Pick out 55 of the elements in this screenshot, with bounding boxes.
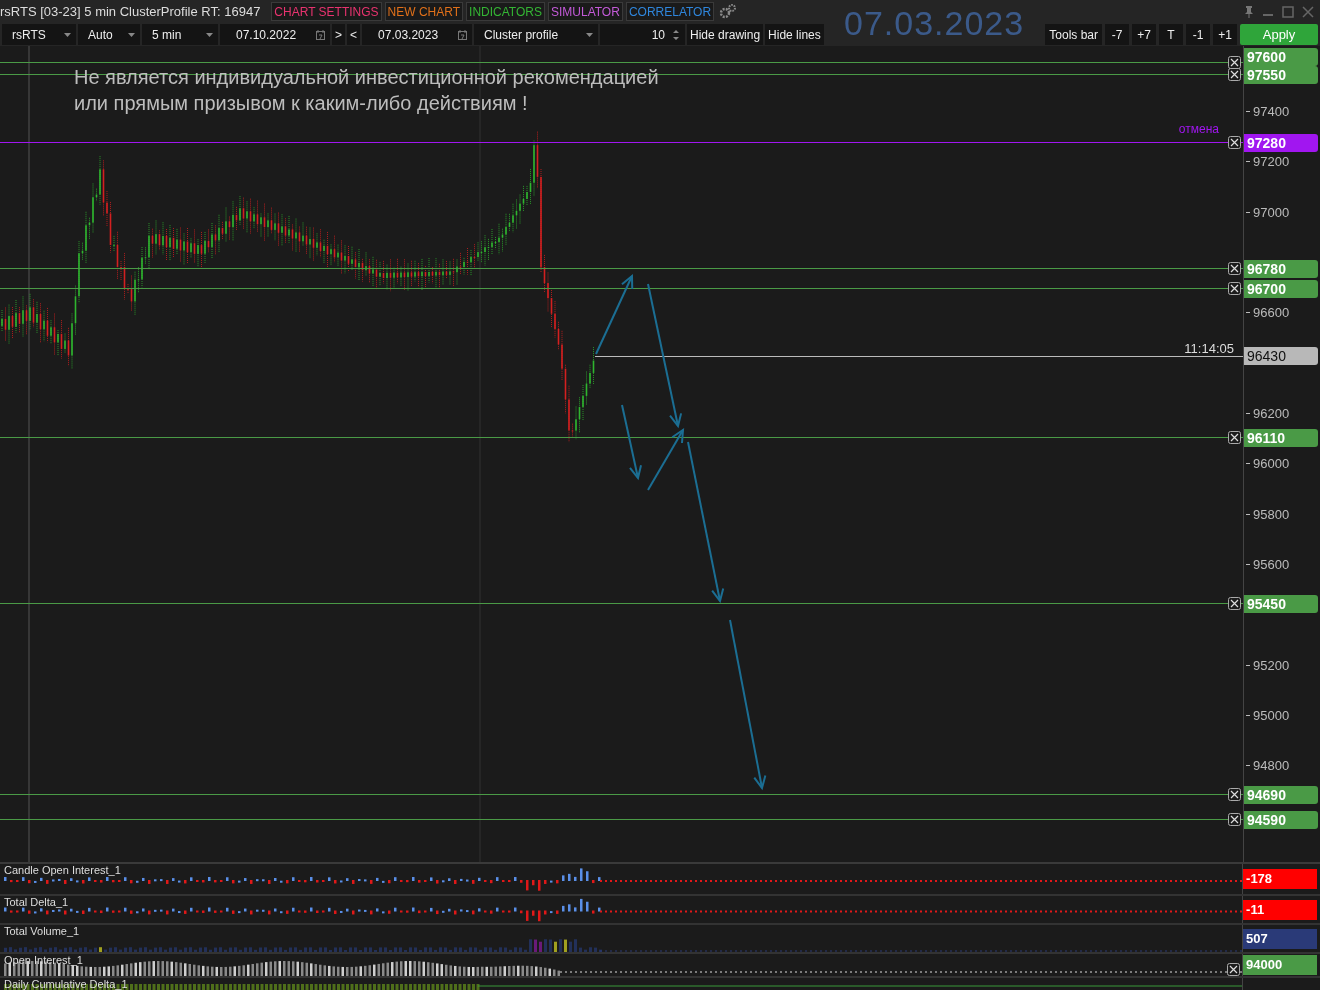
indicator-name: Total Volume_1 <box>4 925 80 937</box>
toolbar-button[interactable]: -7 <box>1105 24 1129 45</box>
menu-tab[interactable]: CORRELATOR <box>625 2 715 21</box>
toolbar-button[interactable]: Hide lines <box>765 24 824 45</box>
axis-label: 95000 <box>1253 708 1290 723</box>
time-label: 11:14:05 <box>1184 340 1234 356</box>
dropdown[interactable]: 5 min <box>142 24 218 45</box>
toolbar-button[interactable]: -1 <box>1186 24 1210 45</box>
toolbar-button[interactable]: Tools bar <box>1045 24 1102 45</box>
menu-tab[interactable]: CHART SETTINGS <box>271 2 382 21</box>
toolbar-button[interactable]: > <box>332 24 345 45</box>
menu-tab[interactable]: NEW CHART <box>384 2 464 21</box>
axis-label: 96200 <box>1253 406 1290 421</box>
date-display: 07.03.2023 <box>843 3 1026 44</box>
date-field[interactable]: 07.03.2023 <box>362 24 473 45</box>
toolbar-button[interactable]: +1 <box>1213 24 1237 45</box>
price-label: 94690 <box>1244 785 1318 804</box>
axis-label: 95800 <box>1253 506 1290 522</box>
price-label: 94590 <box>1244 810 1318 829</box>
indicator-value: -11 <box>1243 899 1318 920</box>
price-label: 97280 <box>1244 133 1318 152</box>
axis-label: 96600 <box>1253 305 1290 321</box>
indicator-value: 507 <box>1243 928 1318 949</box>
toolbar-button[interactable]: Hide drawing <box>687 24 764 45</box>
dropdown[interactable]: rsRTS <box>2 24 76 45</box>
price-label: 97600 <box>1244 47 1318 66</box>
dropdown[interactable]: Auto <box>78 24 140 45</box>
price-label: 96780 <box>1244 259 1318 278</box>
number-field[interactable]: 10 <box>600 24 686 45</box>
date-field[interactable]: 07.10.2022 <box>220 24 330 45</box>
axis-label: 97400 <box>1253 104 1290 119</box>
price-label: 95450 <box>1244 594 1318 613</box>
price-label: 96110 <box>1244 428 1318 447</box>
menu-tab[interactable]: SIMULATOR <box>547 2 623 21</box>
indicator-name: Daily Cumulative Delta_1 <box>4 978 128 990</box>
toolbar-button[interactable]: < <box>347 24 361 45</box>
dropdown[interactable]: Cluster profile <box>474 24 599 45</box>
toolbar-button[interactable]: T <box>1159 24 1183 45</box>
indicator-name: Total Delta_1 <box>4 896 69 908</box>
indicator-name: Open Interest_1 <box>4 954 83 966</box>
indicator-name: Candle Open Interest_1 <box>4 864 121 876</box>
current-price-label: 96430 <box>1244 346 1318 365</box>
axis-label: 97000 <box>1253 204 1290 220</box>
price-label: 96700 <box>1244 279 1318 298</box>
axis-label: 97200 <box>1253 154 1290 170</box>
toolbar-button[interactable]: +7 <box>1132 24 1156 45</box>
indicator-value: 94000 <box>1243 955 1318 975</box>
axis-label: 96000 <box>1253 456 1290 472</box>
axis-label: 95200 <box>1253 657 1290 673</box>
indicator-value: -178 <box>1243 869 1318 889</box>
line-label: отмена <box>1178 121 1219 136</box>
axis-label: 94800 <box>1253 758 1290 774</box>
menu-tab[interactable]: INDICATORS <box>466 2 545 21</box>
window-title: rsRTS [03-23] 5 min ClusterProfile RT: 16947 <box>0 4 261 19</box>
axis-label: 95600 <box>1253 557 1290 572</box>
